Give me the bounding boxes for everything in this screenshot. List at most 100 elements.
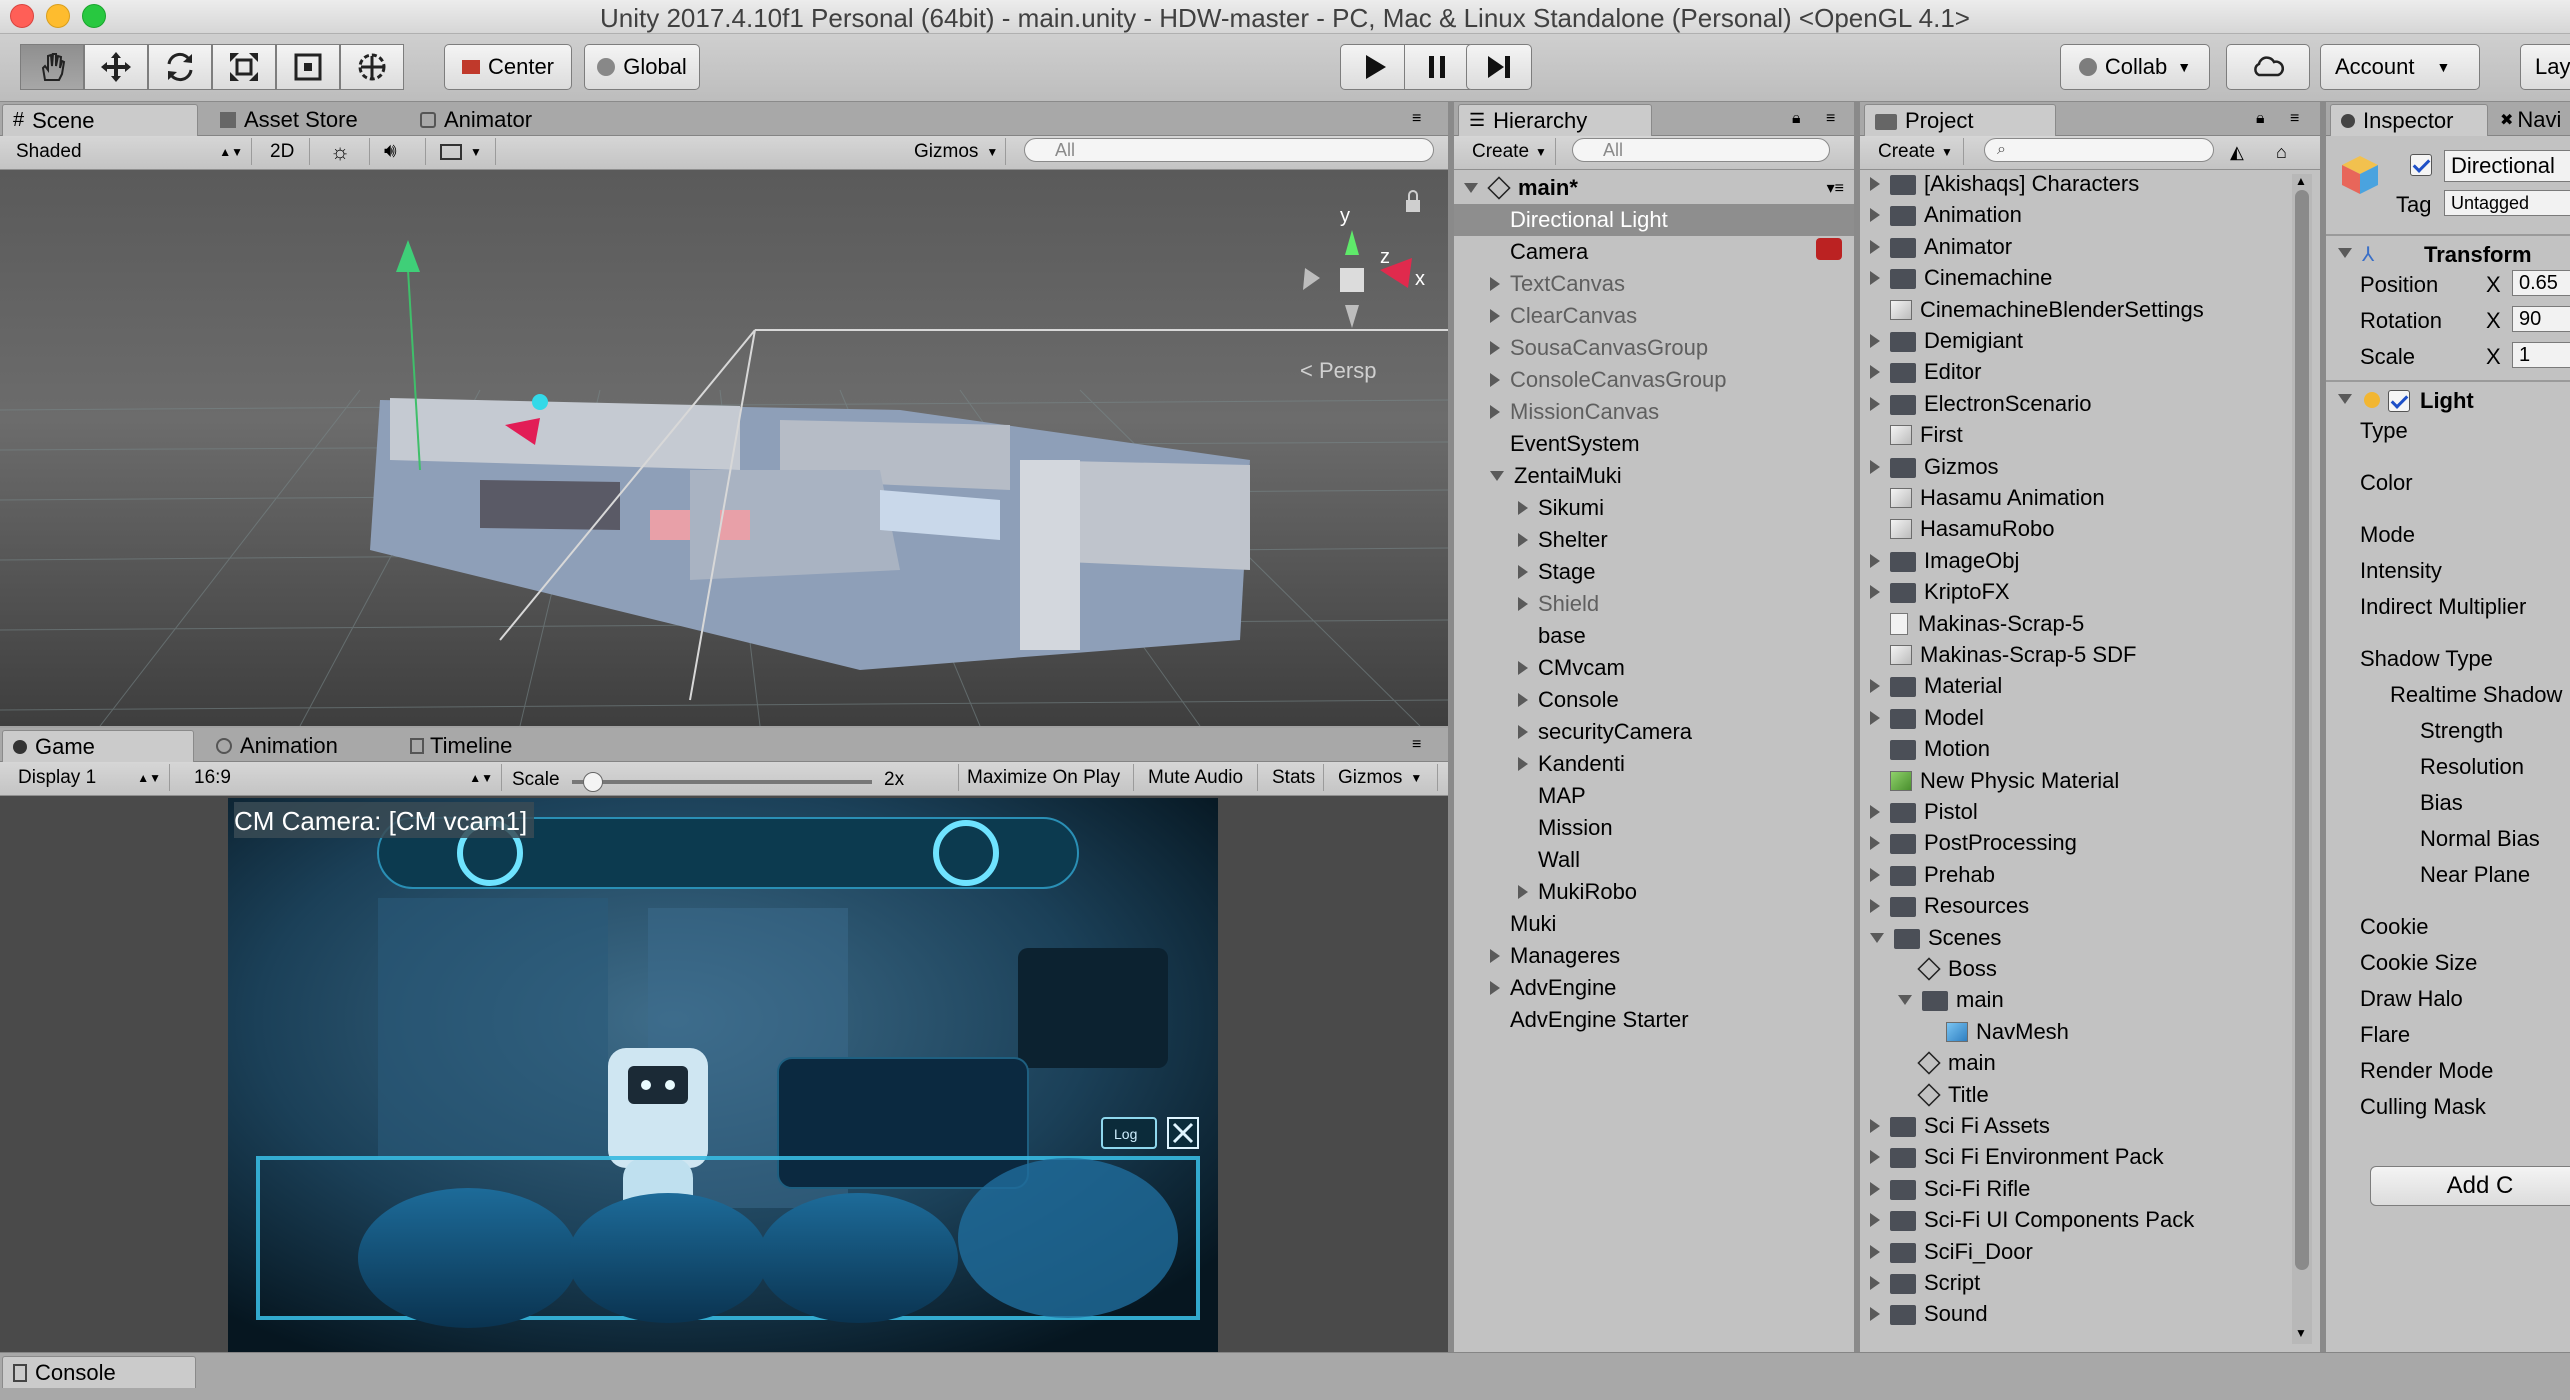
hierarchy-item[interactable]: securityCamera — [1454, 716, 1854, 748]
maximize-on-play-toggle[interactable]: Maximize On Play — [958, 764, 1134, 791]
expand-arrow-icon[interactable] — [1870, 459, 1880, 474]
tab-hierarchy[interactable]: ☰ Hierarchy — [1458, 104, 1652, 136]
expand-arrow-icon[interactable] — [1518, 885, 1528, 899]
expand-arrow-icon[interactable] — [1870, 334, 1880, 348]
hierarchy-item[interactable]: MissionCanvas — [1454, 396, 1854, 428]
project-item[interactable]: Script — [1860, 1267, 2290, 1299]
project-item[interactable]: PostProcessing — [1860, 827, 2290, 859]
hierarchy-item[interactable]: base — [1454, 620, 1854, 652]
add-component-button[interactable]: Add C — [2370, 1166, 2570, 1206]
scale-x-field[interactable]: 1 — [2512, 342, 2570, 368]
expand-arrow-icon[interactable] — [1490, 341, 1500, 355]
pivot-center-button[interactable]: Center — [444, 44, 572, 90]
hierarchy-item[interactable]: Muki — [1454, 908, 1854, 940]
expand-arrow-icon[interactable] — [1870, 271, 1880, 286]
expand-arrow-icon[interactable] — [1870, 396, 1880, 411]
project-item[interactable]: Animation — [1860, 199, 2290, 231]
tab-timeline[interactable]: Timeline — [400, 730, 600, 762]
project-item[interactable]: Demigiant — [1860, 325, 2290, 357]
aspect-dropdown[interactable]: 16:9 ▲▼ — [186, 764, 502, 791]
hierarchy-item[interactable]: ClearCanvas — [1454, 300, 1854, 332]
project-item[interactable]: Resources — [1860, 890, 2290, 922]
tag-dropdown[interactable]: Untagged — [2444, 190, 2570, 216]
project-item[interactable]: ImageObj — [1860, 545, 2290, 577]
scene-view[interactable]: y z x < Persp — [0, 170, 1448, 726]
hierarchy-item[interactable]: Directional Light — [1454, 204, 1854, 236]
scale-slider-handle[interactable] — [583, 772, 603, 792]
hierarchy-item[interactable]: MAP — [1454, 780, 1854, 812]
expand-arrow-icon[interactable] — [1518, 693, 1528, 707]
stats-toggle[interactable]: Stats — [1264, 764, 1324, 791]
toggle-2d-button[interactable]: 2D — [262, 138, 310, 165]
scene-effects-dropdown[interactable]: ▼ — [432, 138, 496, 165]
hierarchy-create-dropdown[interactable]: Create ▼ — [1464, 138, 1556, 165]
expand-arrow-icon[interactable] — [1870, 679, 1880, 694]
expand-arrow-icon[interactable] — [1518, 565, 1528, 579]
hierarchy-item[interactable]: EventSystem — [1454, 428, 1854, 460]
project-item[interactable]: Sound — [1860, 1298, 2290, 1330]
project-item[interactable]: CinemachineBlenderSettings — [1860, 294, 2290, 326]
expand-arrow-icon[interactable] — [1870, 177, 1880, 191]
hand-tool-button[interactable] — [20, 44, 84, 90]
scene-menu-icon[interactable]: ▾≡ — [1827, 178, 1844, 198]
expand-arrow-icon[interactable] — [1518, 725, 1528, 739]
project-item[interactable]: Cinemachine — [1860, 262, 2290, 294]
expand-arrow-icon[interactable] — [1870, 710, 1880, 725]
expand-arrow-icon[interactable] — [1870, 805, 1880, 819]
hierarchy-item[interactable]: SousaCanvasGroup — [1454, 332, 1854, 364]
transform-tool-button[interactable] — [340, 44, 404, 90]
expand-arrow-icon[interactable] — [1870, 1119, 1880, 1133]
collapse-arrow-icon[interactable] — [1898, 995, 1912, 1006]
hierarchy-item[interactable]: CMvcam — [1454, 652, 1854, 684]
project-item[interactable]: Pistol — [1860, 796, 2290, 828]
project-item[interactable]: Sci-Fi Rifle — [1860, 1173, 2290, 1205]
project-item[interactable]: Editor — [1860, 356, 2290, 388]
hierarchy-item[interactable]: ConsoleCanvasGroup — [1454, 364, 1854, 396]
project-item[interactable]: Scenes — [1860, 922, 2290, 954]
active-checkbox[interactable] — [2410, 154, 2432, 176]
expand-arrow-icon[interactable] — [1870, 1181, 1880, 1196]
panel-menu-icon[interactable]: ≡ — [1412, 736, 1421, 754]
hierarchy-item[interactable]: Mission — [1454, 812, 1854, 844]
project-item[interactable]: main — [1860, 1047, 2290, 1079]
expand-arrow-icon[interactable] — [1518, 597, 1528, 611]
scroll-down-icon[interactable]: ▼ — [2295, 1326, 2307, 1340]
expand-arrow-icon[interactable] — [1870, 1307, 1880, 1322]
project-item[interactable]: First — [1860, 419, 2290, 451]
expand-arrow-icon[interactable] — [1518, 757, 1528, 771]
expand-arrow-icon[interactable] — [1870, 1276, 1880, 1290]
project-item[interactable]: Title — [1860, 1079, 2290, 1111]
tab-project[interactable]: Project — [1864, 104, 2056, 136]
filter-label-button[interactable]: ⌂ — [2276, 142, 2304, 164]
light-header[interactable]: Light — [2326, 382, 2570, 418]
panel-menu-icon[interactable]: ≡ — [2290, 110, 2299, 128]
rotate-tool-button[interactable] — [148, 44, 212, 90]
move-tool-button[interactable] — [84, 44, 148, 90]
hierarchy-search-input[interactable]: All — [1572, 138, 1830, 162]
hierarchy-item[interactable]: TextCanvas — [1454, 268, 1854, 300]
game-gizmos-dropdown[interactable]: Gizmos ▼ — [1330, 764, 1438, 791]
tab-game[interactable]: Game — [2, 730, 194, 762]
expand-arrow-icon[interactable] — [1870, 1150, 1880, 1165]
cloud-button[interactable] — [2226, 44, 2310, 90]
collapse-arrow-icon[interactable] — [1870, 932, 1884, 943]
hierarchy-item[interactable]: Shield — [1454, 588, 1854, 620]
project-item[interactable]: Makinas-Scrap-5 SDF — [1860, 639, 2290, 671]
lock-icon[interactable]: 🔒︎ — [1792, 110, 1801, 128]
expand-arrow-icon[interactable] — [1490, 309, 1500, 323]
shading-mode-dropdown[interactable]: Shaded ▲▼ — [8, 138, 252, 165]
hierarchy-item[interactable]: Wall — [1454, 844, 1854, 876]
hierarchy-item[interactable]: MukiRobo — [1454, 876, 1854, 908]
game-view[interactable]: CM Camera: [CM vcam1] Log — [228, 798, 1218, 1352]
object-name-field[interactable]: Directional — [2444, 150, 2570, 182]
panel-menu-icon[interactable]: ≡ — [1826, 110, 1835, 128]
collapse-arrow-icon[interactable] — [1490, 471, 1504, 481]
hierarchy-item[interactable]: Sikumi — [1454, 492, 1854, 524]
expand-arrow-icon[interactable] — [1870, 239, 1880, 254]
project-item[interactable]: Sci-Fi UI Components Pack — [1860, 1204, 2290, 1236]
tab-animator[interactable]: Animator — [410, 104, 610, 136]
project-item[interactable]: HasamuRobo — [1860, 513, 2290, 545]
project-item[interactable]: ElectronScenario — [1860, 388, 2290, 420]
expand-arrow-icon[interactable] — [1518, 533, 1528, 547]
expand-arrow-icon[interactable] — [1870, 1244, 1880, 1259]
